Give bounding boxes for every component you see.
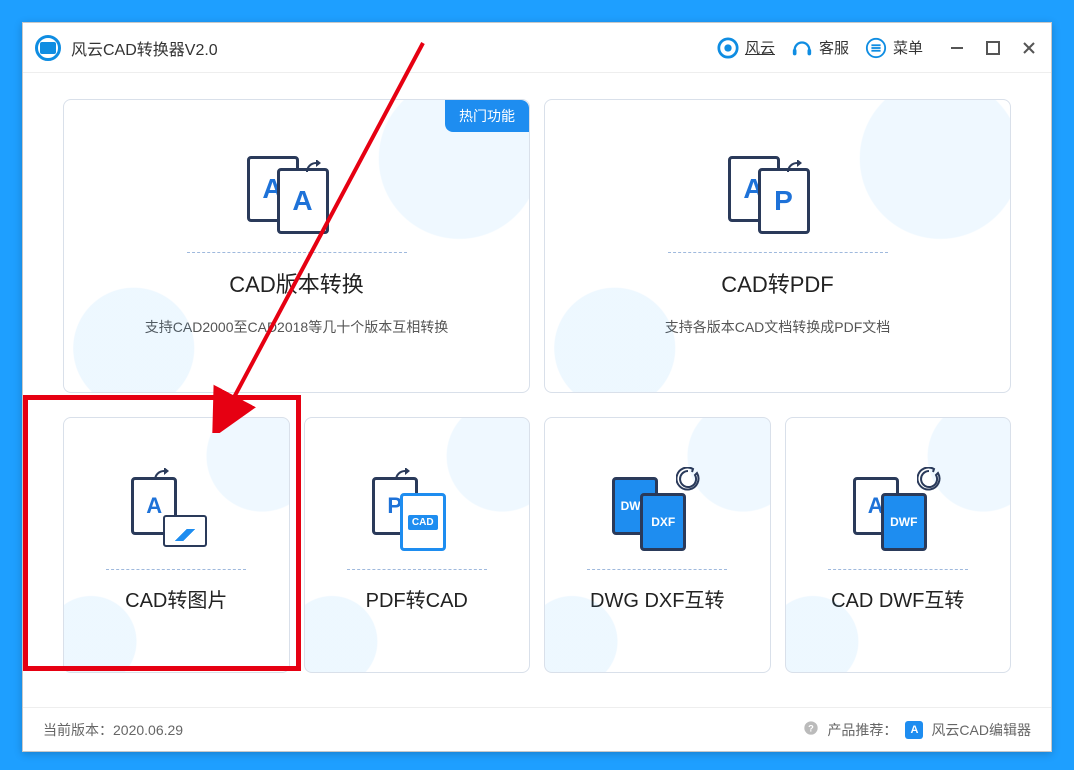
dwg-dxf-icon: DWG DXF xyxy=(612,477,702,555)
card-cad-dwf[interactable]: A DWF CAD DWF互转 xyxy=(785,417,1012,673)
cycle-icon xyxy=(917,467,941,491)
convert-arrow-icon xyxy=(304,159,328,183)
cycle-icon xyxy=(676,467,700,491)
cad-image-icon: A xyxy=(131,477,221,555)
maximize-button[interactable] xyxy=(983,38,1003,58)
status-bar: 当前版本： 2020.06.29 ? 产品推荐： A 风云CAD编辑器 xyxy=(23,707,1051,751)
image-thumb-icon xyxy=(163,515,207,547)
cad-dwf-icon: A DWF xyxy=(853,477,943,555)
cad-pdf-icon: A P xyxy=(728,156,828,236)
menu-label: 菜单 xyxy=(893,37,923,58)
convert-arrow-icon xyxy=(393,468,417,492)
help-label: 客服 xyxy=(819,37,849,58)
recommend-label: 产品推荐： xyxy=(827,720,897,740)
recommend-badge-icon: A xyxy=(905,721,923,739)
brand-label: 风云 xyxy=(745,37,775,58)
recommend-product[interactable]: 风云CAD编辑器 xyxy=(931,720,1031,740)
content-area: 热门功能 A A CAD版本转换 支持CAD2000至CAD2018等几十个版本… xyxy=(23,73,1051,707)
app-window: 风云CAD转换器V2.0 风云 客服 菜单 xyxy=(22,22,1052,752)
convert-arrow-icon xyxy=(152,468,176,492)
cad-tag: CAD xyxy=(408,515,438,530)
help-icon[interactable]: ? xyxy=(803,720,819,739)
headset-icon xyxy=(791,37,813,59)
card-dwg-dxf[interactable]: DWG DXF DWG DXF互转 xyxy=(544,417,771,673)
close-button[interactable] xyxy=(1019,38,1039,58)
card-cad-to-pdf[interactable]: A P CAD转PDF 支持各版本CAD文档转换成PDF文档 xyxy=(544,99,1011,393)
card-cad-version-convert[interactable]: 热门功能 A A CAD版本转换 支持CAD2000至CAD2018等几十个版本… xyxy=(63,99,530,393)
card-cad-to-image[interactable]: A CAD转图片 xyxy=(63,417,290,673)
app-logo-icon xyxy=(35,35,61,61)
cad-version-icon: A A xyxy=(247,156,347,236)
help-link[interactable]: 客服 xyxy=(791,37,849,59)
version-value: 2020.06.29 xyxy=(113,722,183,738)
version-label: 当前版本： xyxy=(43,720,113,740)
hot-badge: 热门功能 xyxy=(445,100,529,132)
titlebar: 风云CAD转换器V2.0 风云 客服 菜单 xyxy=(23,23,1051,73)
minimize-button[interactable] xyxy=(947,38,967,58)
brand-icon xyxy=(717,37,739,59)
convert-arrow-icon xyxy=(785,159,809,183)
card-pdf-to-cad[interactable]: P CAD PDF转CAD xyxy=(304,417,531,673)
app-title: 风云CAD转换器V2.0 xyxy=(71,36,218,60)
svg-text:?: ? xyxy=(809,723,815,733)
menu-icon xyxy=(865,37,887,59)
brand-link[interactable]: 风云 xyxy=(717,37,775,59)
pdf-cad-icon: P CAD xyxy=(372,477,462,555)
menu-button[interactable]: 菜单 xyxy=(865,37,923,59)
